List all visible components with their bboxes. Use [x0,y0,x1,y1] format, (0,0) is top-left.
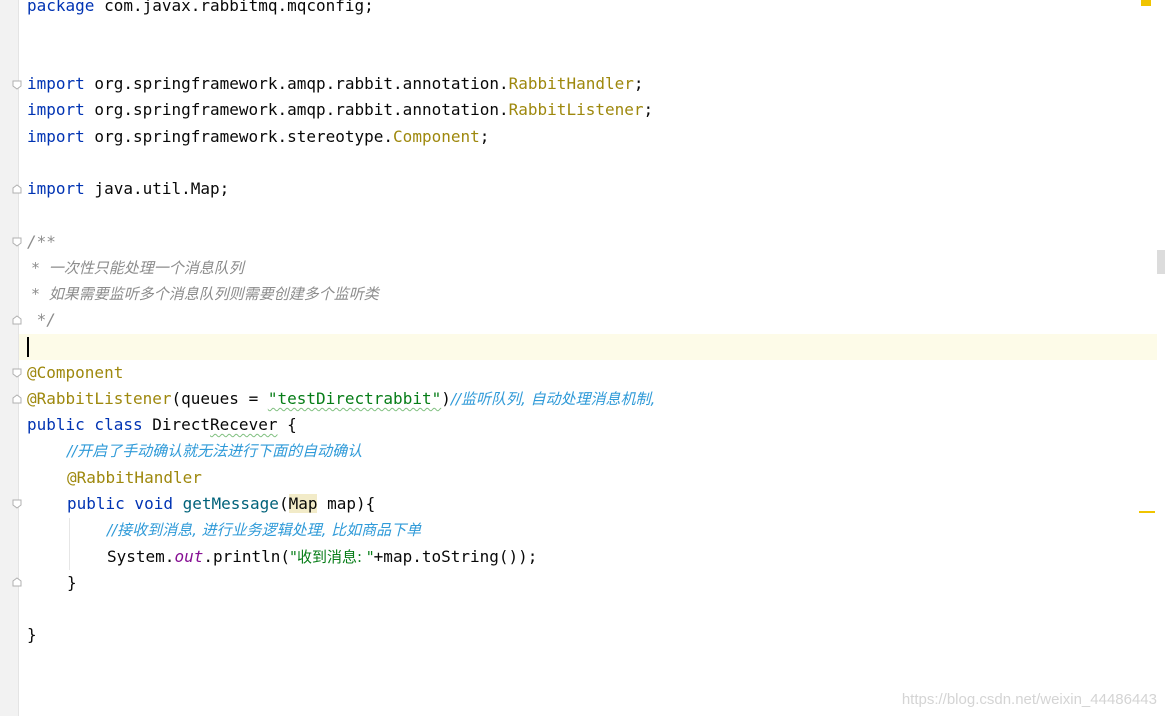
code-line: @Component [27,360,123,386]
code-area[interactable]: package com.javax.rabbitmq.mqconfig; imp… [27,0,655,684]
annotation: @Component [27,363,124,382]
line-comment: //监听队列, 自动处理消息机制, [450,390,656,408]
editor-gutter[interactable] [0,0,19,716]
doc-comment-line: * 一次性只能处理一个消息队列 [27,255,244,281]
vertical-scrollbar[interactable] [1157,0,1165,716]
warning-marker[interactable] [1141,0,1151,6]
import-package: org.springframework.stereotype. [84,127,394,146]
keyword: class [84,415,143,434]
method-call: .println( [203,547,291,566]
code-line: System.out.println("收到消息: "+map.toString… [107,544,537,570]
string-literal: "收到消息: " [290,548,374,566]
warning-stripe[interactable] [1139,511,1155,513]
current-line-highlight [19,334,1157,360]
code-line: } [67,570,77,596]
semicolon: ; [479,127,490,146]
code-line: import org.springframework.amqp.rabbit.a… [27,97,653,123]
annotation: @RabbitListener [27,389,172,408]
text-caret [27,337,29,357]
import-class: RabbitHandler [508,74,634,93]
indent-guide [69,518,70,570]
keyword: import [27,100,85,119]
import-package: org.springframework.amqp.rabbit.annotati… [84,74,509,93]
annotation-args: (queues = [171,389,268,408]
closing-brace: } [67,573,77,592]
keyword: import [27,74,85,93]
semicolon: ; [643,100,654,119]
watermark: https://blog.csdn.net/weixin_44486443 [901,691,1157,708]
keyword: public [67,494,125,513]
doc-comment-line: * 如果需要监听多个消息队列则需要创建多个监听类 [27,281,379,307]
param-type: Map [288,494,318,513]
import-class: RabbitListener [508,100,644,119]
param: map){ [317,494,376,513]
queue-name-string: "testDirectrabbit" [267,389,442,408]
brace: { [277,415,297,434]
closing-brace: } [27,625,37,644]
code-line: import org.springframework.amqp.rabbit.a… [27,71,644,97]
code-line: public class DirectRecever { [27,412,297,438]
method-call-rest: +map.toString()); [373,547,538,566]
doc-comment-close: */ [27,310,56,329]
semicolon: ; [633,74,644,93]
paren: ( [278,494,289,513]
keyword: import [27,127,85,146]
code-line: @RabbitListener(queues = "testDirectrabb… [27,386,655,412]
code-line: import org.springframework.stereotype.Co… [27,124,489,150]
static-field: out [174,547,204,566]
code-editor[interactable]: package com.javax.rabbitmq.mqconfig; imp… [0,0,1165,716]
fold-toggle-icon[interactable] [12,577,22,587]
import-package: java.util. [84,179,191,198]
code-line: } [27,622,37,648]
doc-comment-open: /** [27,232,56,251]
code-line: //接收到消息, 进行业务逻辑处理, 比如商品下单 [107,517,421,543]
fold-toggle-icon[interactable] [12,184,22,194]
line-comment: //接收到消息, 进行业务逻辑处理, 比如商品下单 [107,521,422,539]
fold-toggle-icon[interactable] [12,315,22,325]
code-line: //开启了手动确认就无法进行下面的自动确认 [67,438,362,464]
fold-toggle-icon[interactable] [12,368,22,378]
line-comment: //开启了手动确认就无法进行下面的自动确认 [67,442,363,460]
scrollbar-thumb[interactable] [1157,250,1165,274]
import-package: org.springframework.amqp.rabbit.annotati… [84,100,509,119]
keyword: package [27,0,95,15]
code-line: import java.util.Map; [27,176,229,202]
annotation: @RabbitHandler [67,468,202,487]
annotation-args-close: ) [441,389,451,408]
class-name: Direct [142,415,211,434]
code-line: @RabbitHandler [67,465,202,491]
package-name: com.javax.rabbitmq.mqconfig; [94,0,374,15]
system-class: System. [107,547,175,566]
class-name-typo: Recever [210,415,278,434]
import-class: Component [393,127,480,146]
import-class: Map [190,179,220,198]
fold-toggle-icon[interactable] [12,237,22,247]
method-name: getMessage [172,494,279,513]
fold-toggle-icon[interactable] [12,394,22,404]
fold-toggle-icon[interactable] [12,80,22,90]
code-line: package com.javax.rabbitmq.mqconfig; [27,0,374,19]
doc-comment-text: * 如果需要监听多个消息队列则需要创建多个监听类 [27,285,379,303]
keyword: import [27,179,85,198]
fold-toggle-icon[interactable] [12,499,22,509]
semicolon: ; [219,179,230,198]
doc-comment-text: * 一次性只能处理一个消息队列 [27,259,244,277]
code-line: public void getMessage(Map map){ [67,491,375,517]
keyword: void [124,494,173,513]
keyword: public [27,415,85,434]
